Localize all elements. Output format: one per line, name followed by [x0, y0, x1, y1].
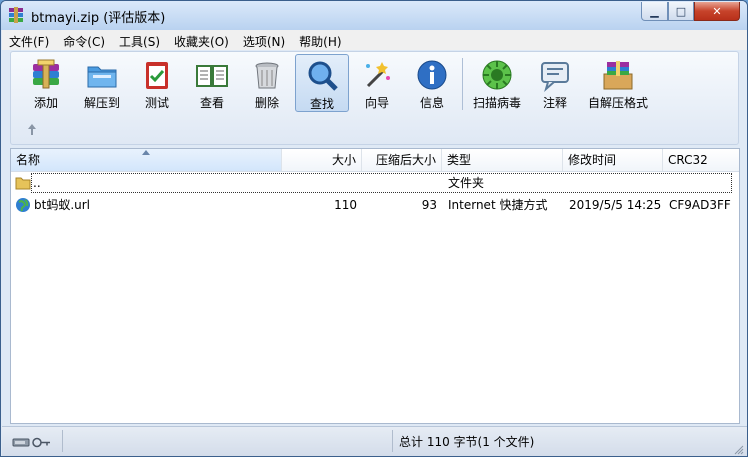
column-modified-label: 修改时间	[568, 153, 617, 167]
extract-folder-icon	[87, 66, 117, 88]
winrar-app-icon	[9, 7, 23, 23]
wizard-button[interactable]: 向导	[350, 54, 404, 112]
up-folder-arrow-icon[interactable]	[25, 122, 39, 136]
row-type: Internet 快捷方式	[448, 198, 548, 212]
status-divider	[392, 430, 393, 452]
file-list: 名称 大小 压缩后大小 类型 修改时间 CRC32 .. 文件夹 bt蚂蚁.ur…	[10, 148, 740, 424]
menu-tools[interactable]: 工具(S)	[112, 30, 167, 50]
scan-virus-button[interactable]: 扫描病毒	[470, 54, 524, 112]
column-modified[interactable]: 修改时间	[563, 149, 663, 171]
row-packed: 93	[421, 198, 437, 212]
sfx-button[interactable]: 自解压格式	[588, 54, 648, 112]
menu-favorites[interactable]: 收藏夹(O)	[167, 30, 236, 50]
list-header: 名称 大小 压缩后大小 类型 修改时间 CRC32	[11, 149, 739, 172]
view-book-icon	[196, 65, 228, 87]
extract-button[interactable]: 解压到	[75, 54, 129, 112]
toolbar: 添加 解压到 测试 查看 删除 查找 向导 信息 扫描病毒 注释 自解压格式	[10, 51, 739, 145]
row-modified: 2019/5/5 14:25	[569, 198, 662, 212]
menu-options[interactable]: 选项(N)	[236, 30, 292, 50]
minimize-icon: ▁	[650, 4, 659, 18]
close-button[interactable]: ✕	[694, 2, 740, 21]
column-name[interactable]: 名称	[11, 149, 282, 171]
row-name: bt蚂蚁.url	[34, 198, 91, 212]
menu-bar: 文件(F) 命令(C) 工具(S) 收藏夹(O) 选项(N) 帮助(H)	[2, 30, 747, 50]
menu-commands[interactable]: 命令(C)	[56, 30, 112, 50]
sort-ascending-icon	[142, 150, 150, 155]
toolbar-separator	[462, 58, 463, 110]
delete-button[interactable]: 删除	[240, 54, 294, 112]
menu-help[interactable]: 帮助(H)	[292, 30, 348, 50]
comment-icon	[541, 62, 569, 92]
minimize-button[interactable]: ▁	[641, 2, 668, 21]
column-size[interactable]: 大小	[282, 149, 362, 171]
column-type-label: 类型	[447, 153, 472, 167]
add-button[interactable]: 添加	[19, 54, 73, 112]
window-title: btmayi.zip (评估版本)	[31, 11, 166, 26]
drive-key-icon[interactable]	[12, 436, 52, 448]
column-name-label: 名称	[16, 153, 41, 167]
magnifier-icon	[308, 61, 338, 91]
maximize-button[interactable]: □	[668, 2, 694, 21]
list-item[interactable]: bt蚂蚁.url 110 93 Internet 快捷方式 2019/5/5 1…	[11, 195, 739, 215]
folder-icon	[15, 177, 31, 190]
comment-label: 注释	[542, 96, 567, 110]
info-label: 信息	[419, 96, 444, 110]
row-crc: CF9AD3FF	[669, 198, 731, 212]
view-button[interactable]: 查看	[185, 54, 239, 112]
title-bar[interactable]: btmayi.zip (评估版本) ▁ □ ✕	[1, 1, 747, 30]
list-item-parent[interactable]: .. 文件夹	[31, 173, 732, 193]
row-size: 110	[334, 198, 357, 212]
test-button[interactable]: 测试	[130, 54, 184, 112]
column-type[interactable]: 类型	[442, 149, 563, 171]
trash-icon	[255, 62, 279, 89]
magic-wand-icon	[366, 62, 390, 88]
find-button[interactable]: 查找	[295, 54, 349, 112]
menu-file[interactable]: 文件(F)	[2, 30, 56, 50]
status-summary: 总计 110 字节(1 个文件)	[399, 435, 535, 449]
column-crc[interactable]: CRC32	[663, 149, 739, 171]
app-window: btmayi.zip (评估版本) ▁ □ ✕ 文件(F) 命令(C) 工具(S…	[0, 0, 748, 457]
sfx-box-icon	[603, 61, 633, 90]
info-button[interactable]: 信息	[405, 54, 459, 112]
column-packed[interactable]: 压缩后大小	[362, 149, 442, 171]
maximize-icon: □	[675, 4, 687, 18]
column-crc-label: CRC32	[668, 153, 708, 167]
test-clipboard-icon	[146, 62, 168, 89]
internet-shortcut-icon	[16, 198, 30, 212]
info-icon	[417, 60, 447, 90]
row-type: 文件夹	[448, 176, 485, 190]
status-divider	[62, 430, 63, 452]
comment-button[interactable]: 注释	[528, 54, 582, 112]
resize-grip-icon[interactable]	[734, 445, 744, 455]
scan-virus-label: 扫描病毒	[472, 96, 521, 110]
row-name: ..	[33, 176, 41, 190]
column-size-label: 大小	[331, 153, 356, 167]
add-archive-icon	[33, 59, 59, 89]
status-bar: 总计 110 字节(1 个文件)	[2, 426, 747, 456]
sfx-label: 自解压格式	[587, 96, 648, 110]
virus-scan-icon	[482, 60, 512, 90]
close-icon: ✕	[712, 4, 722, 18]
column-packed-label: 压缩后大小	[375, 153, 436, 167]
